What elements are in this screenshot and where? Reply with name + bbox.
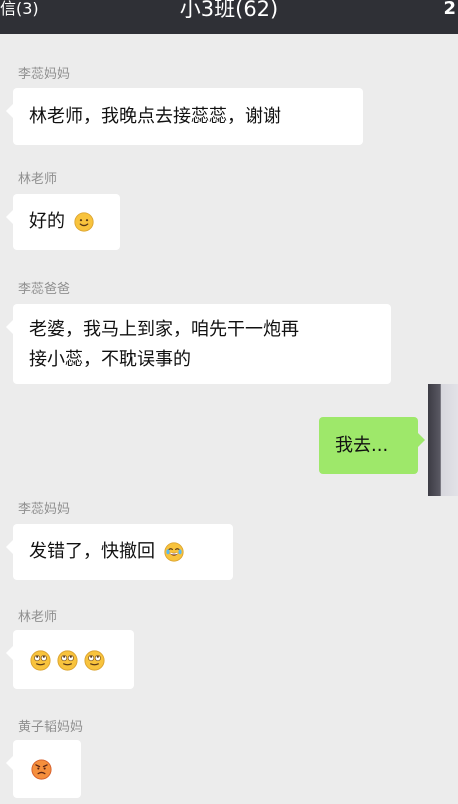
laugh-cry-face-icon <box>164 542 184 562</box>
message-sender: 李蕊妈妈 <box>18 502 71 517</box>
message-sender: 黄子韬妈妈 <box>18 720 84 735</box>
chat-header: 信(3) 小3班(62) 2 <box>0 0 458 34</box>
incoming-message[interactable] <box>6 630 134 689</box>
message-line: 接小蕊，不耽误事的 <box>29 349 191 370</box>
eyeroll-face-icon <box>57 649 78 671</box>
message-text: 我去... <box>335 435 389 456</box>
message-text: 好的 <box>29 211 65 232</box>
group-info-icon[interactable]: 2 <box>443 0 456 18</box>
message-line: 老婆，我马上到家，咱先干一炮再 <box>29 319 299 340</box>
message-sender: 林老师 <box>18 610 58 625</box>
incoming-message[interactable]: 好的 <box>6 194 120 250</box>
angry-face-icon <box>31 758 52 780</box>
message-sender: 李蕊爸爸 <box>18 282 71 297</box>
smile-face-icon <box>74 212 94 232</box>
outgoing-message[interactable]: 我去... <box>319 417 425 474</box>
incoming-message[interactable]: 老婆，我马上到家，咱先干一炮再 接小蕊，不耽误事的 <box>6 304 391 384</box>
avatar[interactable] <box>428 384 458 496</box>
message-sender: 李蕊妈妈 <box>18 67 71 82</box>
incoming-message[interactable] <box>6 740 81 798</box>
eyeroll-face-icon <box>30 649 51 671</box>
page-title: 小3班(62) <box>179 0 279 21</box>
eyeroll-face-icon <box>84 649 105 671</box>
message-sender: 林老师 <box>18 172 58 187</box>
message-text: 发错了，快撤回 <box>29 541 155 562</box>
message-text: 林老师，我晚点去接蕊蕊，谢谢 <box>29 106 281 127</box>
incoming-message[interactable]: 发错了，快撤回 <box>6 524 233 580</box>
incoming-message[interactable]: 林老师，我晚点去接蕊蕊，谢谢 <box>6 88 363 145</box>
chat-area[interactable]: 李蕊妈妈 林老师，我晚点去接蕊蕊，谢谢 林老师 好的 李蕊爸爸 老婆，我马上到家… <box>0 34 458 804</box>
